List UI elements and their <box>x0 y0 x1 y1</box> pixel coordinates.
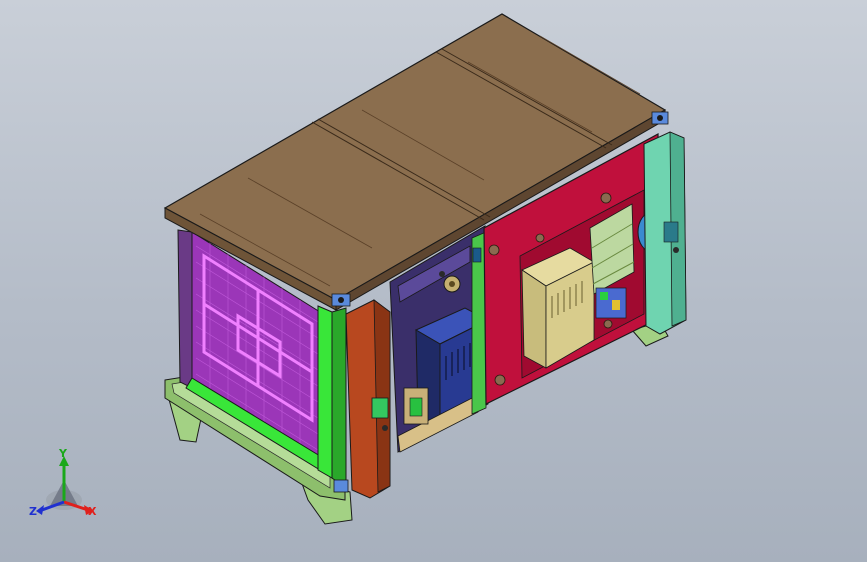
frame-post-dark[interactable] <box>331 307 347 489</box>
triad-y-label: Y <box>59 447 67 460</box>
purifier-3d-model[interactable] <box>0 0 867 562</box>
side-panel-screw <box>673 247 679 253</box>
filter-side-dark[interactable] <box>177 229 193 389</box>
body-connector[interactable] <box>472 247 482 263</box>
cad-3d-viewport[interactable]: Y X Z <box>0 0 867 562</box>
bolt-rear <box>439 271 445 277</box>
z-axis-arrow <box>36 505 44 515</box>
column-indicator-green[interactable] <box>371 397 389 419</box>
pcb-chip-green <box>600 292 608 300</box>
fan-motor-hub <box>449 281 455 287</box>
transformer-front[interactable] <box>521 269 547 369</box>
green-module[interactable] <box>409 397 423 417</box>
frame-green-post[interactable] <box>317 305 333 479</box>
triad-x-label: X <box>88 505 97 518</box>
column-screw <box>382 425 388 431</box>
triad-z-label: Z <box>29 505 37 518</box>
pcb-chip-yellow <box>612 300 620 310</box>
side-panel-badge[interactable] <box>663 221 679 243</box>
orientation-triad[interactable]: Y X Z <box>26 448 106 520</box>
